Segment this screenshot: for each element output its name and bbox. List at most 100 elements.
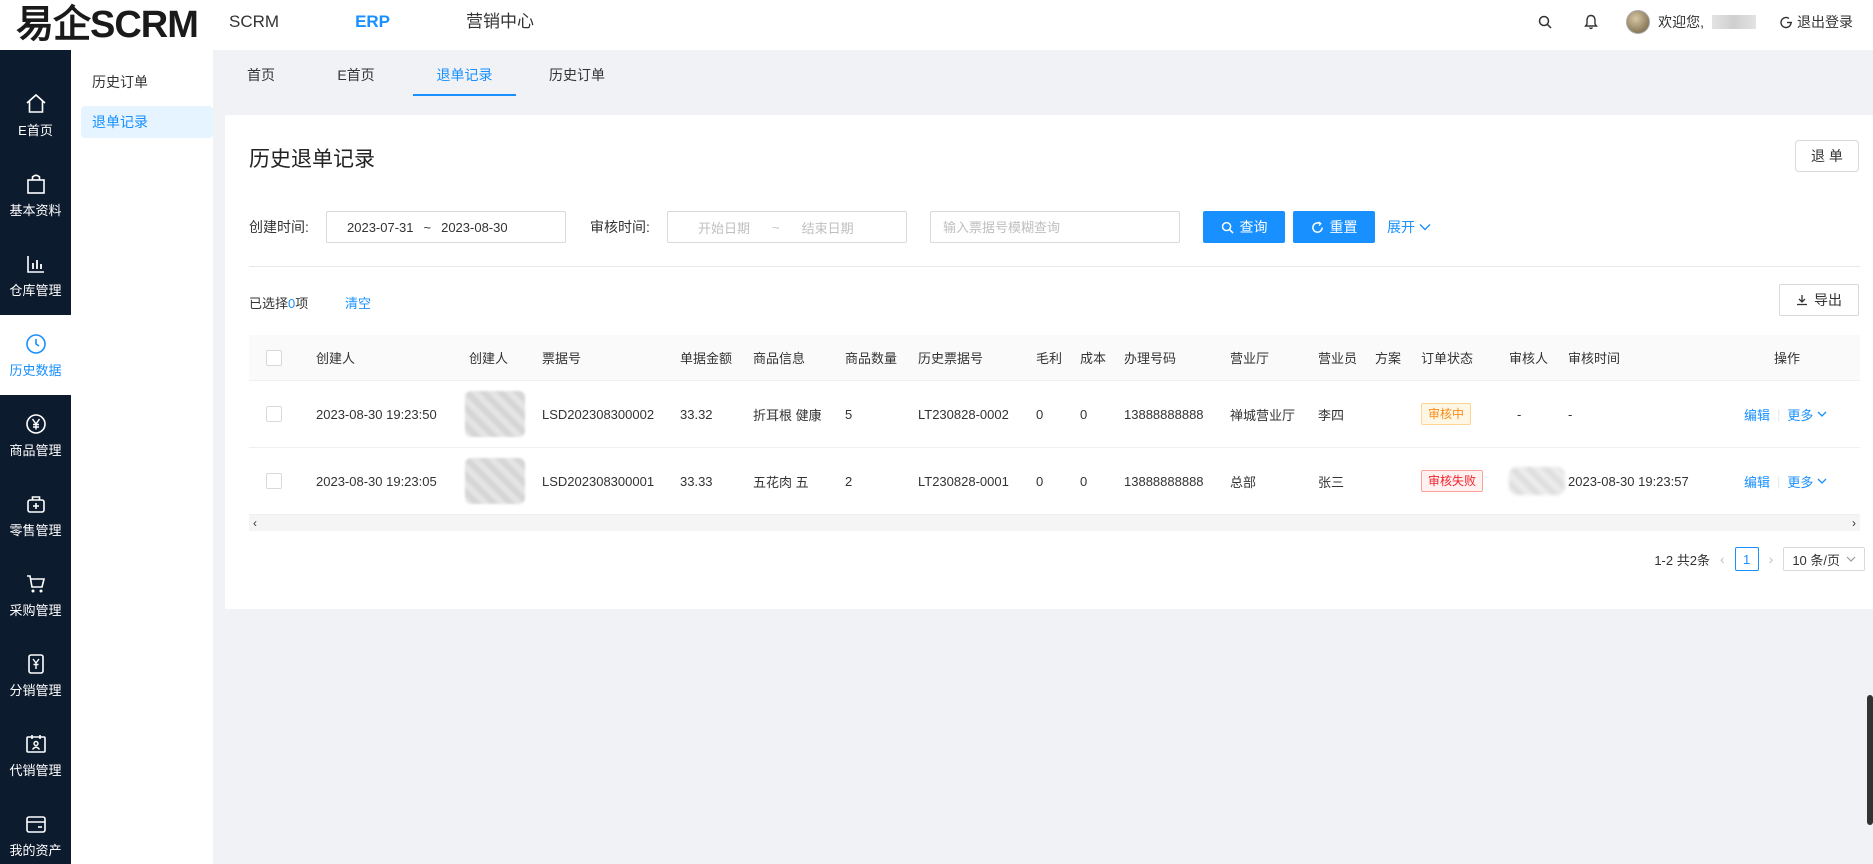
created-end-date: 2023-08-30 — [441, 219, 508, 235]
chevron-down-icon — [1817, 411, 1827, 417]
creator-image-blurred — [465, 458, 525, 504]
cell-phone: 13888888888 — [1124, 406, 1204, 422]
store-icon — [26, 495, 45, 513]
top-nav-erp[interactable]: ERP — [355, 0, 390, 44]
sidebar-item-basic-info[interactable]: 基本资料 — [0, 155, 71, 235]
audit-time-range[interactable]: 开始日期 ~ 结束日期 — [667, 211, 907, 243]
cell-created-at: 2023-08-30 19:23:50 — [316, 406, 437, 422]
top-nav-scrm[interactable]: SCRM — [229, 0, 279, 44]
col-header: 审核时间 — [1568, 351, 1621, 366]
row-checkbox[interactable] — [266, 406, 282, 422]
bell-icon[interactable] — [1580, 11, 1602, 33]
user-menu[interactable]: 欢迎您, — [1626, 10, 1756, 34]
more-link[interactable]: 更多 — [1787, 472, 1813, 491]
table-row: 2023-08-30 19:23:05 LSD202308300001 33.3… — [249, 448, 1860, 515]
clear-selection-link[interactable]: 清空 — [345, 292, 371, 316]
cell-profit: 0 — [1036, 473, 1044, 489]
status-badge: 审核失败 — [1421, 470, 1484, 492]
secondary-menu: 历史订单 退单记录 — [71, 50, 213, 864]
sidebar-item-e-home[interactable]: E首页 — [0, 75, 71, 155]
col-header: 商品数量 — [845, 351, 898, 366]
action-separator: | — [1777, 473, 1781, 489]
reset-button[interactable]: 重置 — [1293, 211, 1375, 243]
submenu-item-history-orders[interactable]: 历史订单 — [81, 66, 213, 98]
pagination: 1-2 共2条 ‹ 1 › 10 条/页 — [1654, 547, 1865, 571]
cell-history-no: LT230828-0002 — [918, 406, 1009, 422]
cell-created-at: 2023-08-30 19:23:05 — [316, 473, 437, 489]
wallet-icon — [25, 815, 46, 833]
cell-audit-time: - — [1568, 406, 1573, 422]
created-time-range[interactable]: 2023-07-31 ~ 2023-08-30 — [326, 211, 566, 243]
avatar — [1626, 10, 1651, 34]
more-link[interactable]: 更多 — [1787, 405, 1813, 424]
user-name-blurred — [1712, 15, 1756, 29]
sidebar-item-warehouse[interactable]: 仓库管理 — [0, 235, 71, 315]
col-header: 商品信息 — [753, 351, 806, 366]
logout-label: 退出登录 — [1797, 14, 1853, 30]
col-header: 历史票据号 — [918, 351, 984, 366]
cell-ticket-no: LSD202308300001 — [542, 473, 655, 489]
query-button[interactable]: 查询 — [1203, 211, 1285, 243]
range-separator: ~ — [772, 219, 780, 235]
cell-qty: 2 — [845, 473, 853, 489]
created-start-date: 2023-07-31 — [347, 219, 414, 235]
selection-info: 已选择0项 — [249, 292, 308, 316]
filter-divider — [249, 266, 1860, 267]
page-title: 历史退单记录 — [249, 148, 375, 171]
logout-link[interactable]: 退出登录 — [1780, 12, 1853, 32]
tab-e-home[interactable]: E首页 — [335, 50, 377, 96]
sidebar-item-label: 商品管理 — [9, 442, 62, 458]
cell-clerk: 张三 — [1318, 474, 1345, 490]
sidebar-item-assets[interactable]: 我的资产 — [0, 795, 71, 864]
prev-page-button[interactable]: ‹ — [1720, 551, 1725, 567]
row-checkbox[interactable] — [266, 473, 282, 489]
sidebar-item-consignment[interactable]: 代销管理 — [0, 715, 71, 795]
action-separator: | — [1777, 406, 1781, 422]
scroll-left-arrow[interactable]: ‹ — [253, 516, 257, 530]
yen-icon — [25, 413, 46, 434]
edit-link[interactable]: 编辑 — [1744, 405, 1770, 424]
bar-chart-icon — [26, 255, 44, 273]
sidebar-item-goods[interactable]: 商品管理 — [0, 395, 71, 475]
next-page-button[interactable]: › — [1769, 551, 1774, 567]
sidebar-item-label: 零售管理 — [9, 522, 62, 538]
chevron-down-icon — [1419, 224, 1431, 231]
cell-auditor: - — [1517, 406, 1522, 422]
sidebar-item-label: 历史数据 — [9, 362, 62, 378]
audit-end-placeholder: 结束日期 — [801, 220, 854, 236]
tab-history-orders[interactable]: 历史订单 — [547, 50, 607, 96]
edit-link[interactable]: 编辑 — [1744, 472, 1770, 491]
cell-audit-time: 2023-08-30 19:23:57 — [1568, 473, 1689, 489]
page-number-current[interactable]: 1 — [1734, 547, 1759, 571]
sidebar-item-purchase[interactable]: 采购管理 — [0, 555, 71, 635]
page-size-select[interactable]: 10 条/页 — [1783, 547, 1865, 571]
sidebar-item-label: 采购管理 — [9, 602, 62, 618]
status-badge: 审核中 — [1421, 403, 1472, 425]
cell-ticket-no: LSD202308300002 — [542, 406, 655, 422]
sidebar-item-history[interactable]: 历史数据 — [0, 315, 71, 395]
reset-button-label: 重置 — [1329, 219, 1358, 235]
row-select-cell — [266, 381, 282, 447]
export-button[interactable]: 导出 — [1779, 284, 1859, 316]
cell-cost: 0 — [1080, 406, 1088, 422]
cell-phone: 13888888888 — [1124, 473, 1204, 489]
sidebar-item-retail[interactable]: 零售管理 — [0, 475, 71, 555]
chevron-down-icon — [1817, 478, 1827, 484]
col-header: 操作 — [1774, 351, 1801, 366]
ticket-search-input[interactable] — [930, 211, 1180, 243]
col-header: 营业员 — [1318, 351, 1358, 366]
sidebar-item-distribution[interactable]: 分销管理 — [0, 635, 71, 715]
search-icon[interactable] — [1534, 11, 1556, 33]
expand-filters-link[interactable]: 展开 — [1387, 211, 1431, 243]
top-nav-marketing[interactable]: 营销中心 — [466, 0, 534, 44]
return-button[interactable]: 退 单 — [1795, 140, 1859, 172]
page-scrollbar-thumb[interactable] — [1867, 695, 1873, 825]
table-horizontal-scrollbar[interactable]: ‹ › — [249, 515, 1860, 531]
tab-return-records[interactable]: 退单记录 — [413, 50, 516, 96]
scroll-right-arrow[interactable]: › — [1852, 516, 1856, 530]
select-all-checkbox[interactable] — [266, 349, 282, 366]
col-header: 票据号 — [542, 351, 582, 366]
submenu-item-return-records[interactable]: 退单记录 — [81, 106, 213, 138]
col-header: 创建人 — [316, 351, 356, 366]
tab-home[interactable]: 首页 — [241, 50, 281, 96]
